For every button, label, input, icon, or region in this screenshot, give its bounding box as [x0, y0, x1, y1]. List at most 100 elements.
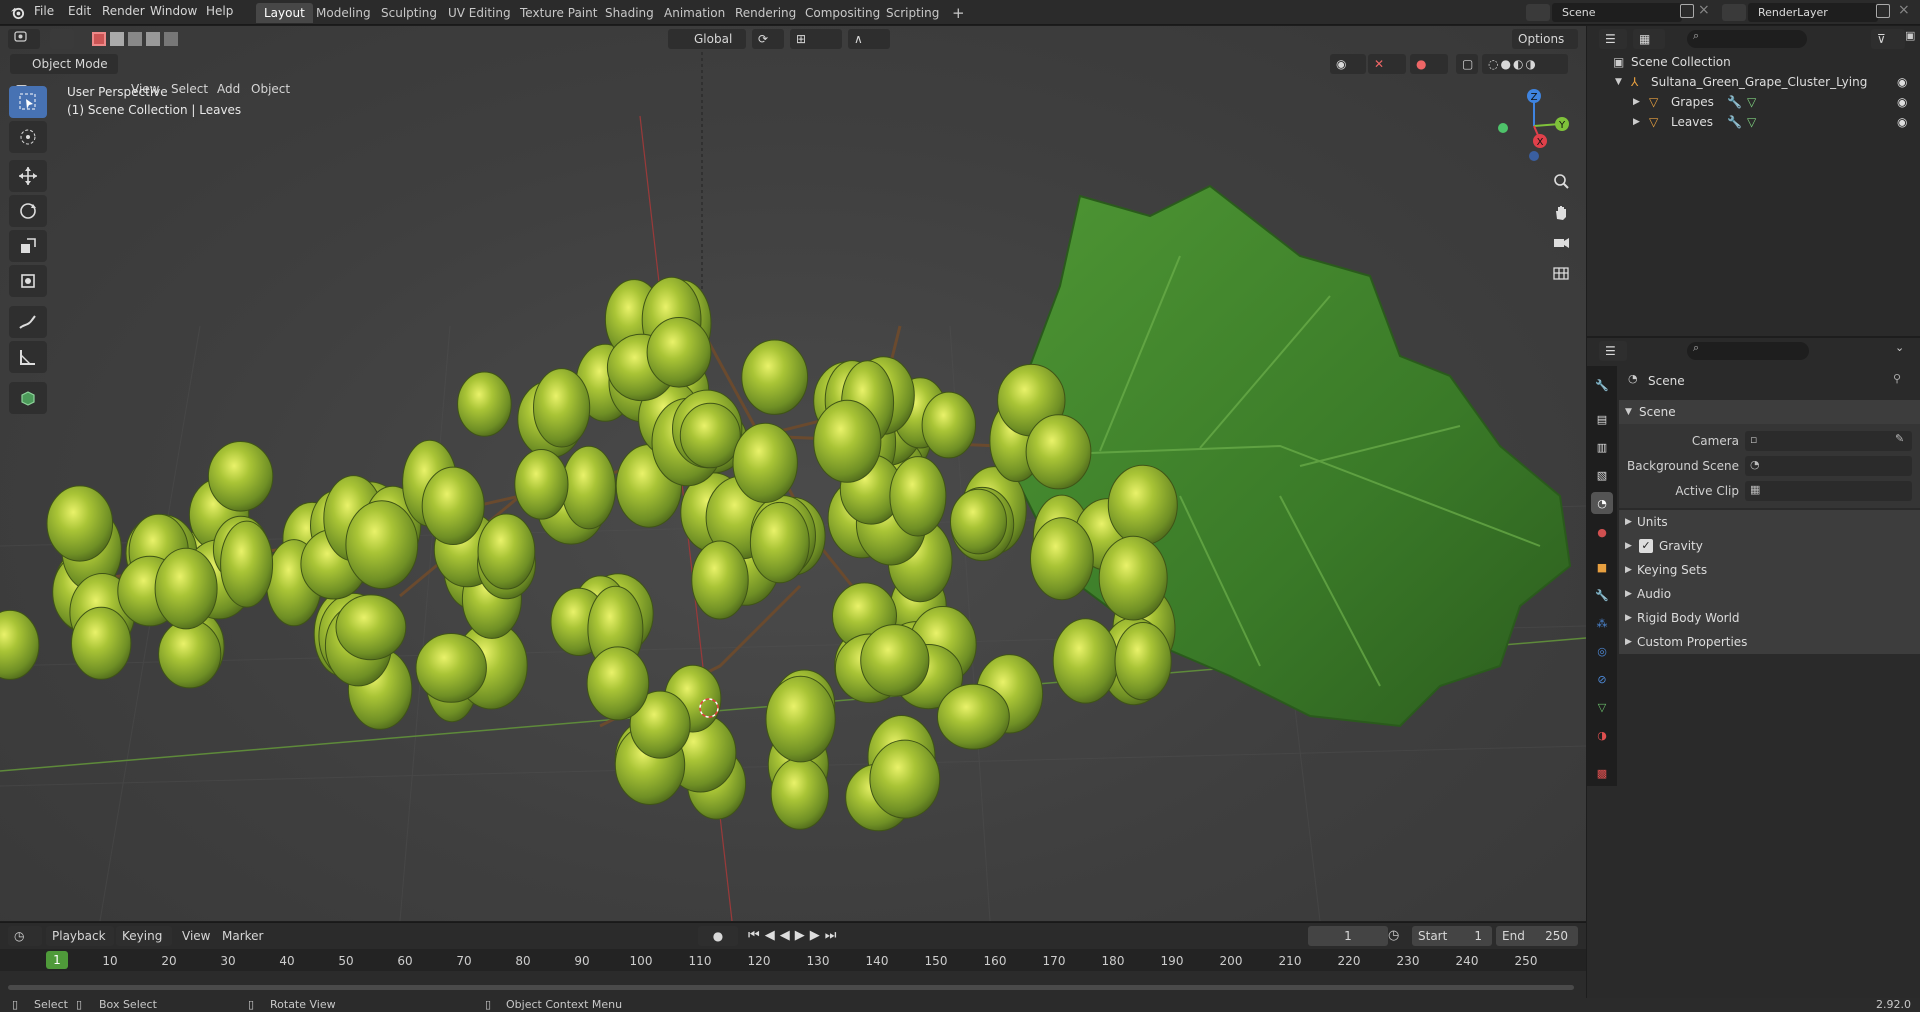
- custom-properties-panel-header[interactable]: ▶ Custom Properties: [1619, 630, 1920, 654]
- audio-panel-header[interactable]: ▶ Audio: [1619, 582, 1920, 606]
- measure-tool[interactable]: [9, 341, 47, 373]
- eyedropper-icon[interactable]: ✎: [1895, 432, 1904, 445]
- end-frame-field[interactable]: End 250: [1496, 926, 1578, 946]
- visibility-toggle-button[interactable]: ◉: [1330, 54, 1366, 74]
- view-layer-tab-icon[interactable]: ▧: [1591, 464, 1613, 486]
- select-new-icon[interactable]: [92, 32, 106, 46]
- outliner-row-collection[interactable]: ▼ ⅄ Sultana_Green_Grape_Cluster_Lying ◉: [1587, 72, 1920, 92]
- render-tab-icon[interactable]: ▤: [1591, 408, 1613, 430]
- timeline-editor-type-button[interactable]: ◷: [8, 926, 42, 946]
- tab-layout[interactable]: Layout: [256, 3, 313, 23]
- menu-window[interactable]: Window: [150, 4, 197, 18]
- options-chevron-icon[interactable]: ⌄: [1895, 341, 1904, 354]
- options-dropdown[interactable]: Options: [1512, 29, 1578, 49]
- 3d-viewport[interactable]: [0, 26, 1586, 921]
- expand-leaves-icon[interactable]: ▶: [1633, 112, 1640, 132]
- physics-tab-icon[interactable]: ◎: [1591, 640, 1613, 662]
- camera-view-icon[interactable]: [1547, 228, 1575, 256]
- modifier-icon[interactable]: 🔧: [1727, 92, 1742, 112]
- visibility-eye-icon[interactable]: ◉: [1897, 92, 1907, 112]
- outliner-row-grapes[interactable]: ▶ ▽ Grapes 🔧 ▽ ◉: [1587, 92, 1920, 112]
- constraints-tab-icon[interactable]: ⊘: [1591, 668, 1613, 690]
- tab-animation[interactable]: Animation: [656, 3, 733, 23]
- properties-search-input[interactable]: [1687, 342, 1809, 360]
- gizmo-toggle-button[interactable]: ✕: [1368, 54, 1406, 74]
- rigid-body-world-panel-header[interactable]: ▶ Rigid Body World: [1619, 606, 1920, 630]
- viewport-menu-add[interactable]: Add: [217, 82, 240, 96]
- select-intersect-icon[interactable]: [164, 32, 178, 46]
- outliner-search-input[interactable]: [1687, 30, 1807, 48]
- tab-scripting[interactable]: Scripting: [878, 3, 947, 23]
- new-view-layer-icon[interactable]: [1876, 4, 1890, 18]
- particles-tab-icon[interactable]: ⁂: [1591, 612, 1613, 634]
- transform-tool[interactable]: [9, 265, 47, 297]
- ortho-grid-icon[interactable]: [1547, 259, 1575, 287]
- mesh-data-icon[interactable]: ▽: [1747, 92, 1756, 112]
- active-clip-field[interactable]: [1745, 481, 1912, 501]
- material-tab-icon[interactable]: ◑: [1591, 724, 1613, 746]
- zoom-icon[interactable]: [1547, 167, 1575, 195]
- gravity-checkbox[interactable]: ✓: [1639, 539, 1653, 553]
- properties-editor-type-button[interactable]: ☰: [1599, 341, 1627, 361]
- pan-hand-icon[interactable]: [1547, 198, 1575, 226]
- new-scene-icon[interactable]: [1680, 4, 1694, 18]
- playhead[interactable]: 1: [46, 951, 68, 969]
- scale-tool[interactable]: [9, 230, 47, 262]
- world-tab-icon[interactable]: ●: [1591, 521, 1613, 543]
- view-layer-type-icon[interactable]: [1722, 4, 1746, 21]
- expand-collection-icon[interactable]: ▼: [1615, 72, 1622, 92]
- keying-dropdown[interactable]: Keying: [116, 926, 172, 946]
- timeline-menu-marker[interactable]: Marker: [222, 929, 263, 943]
- editor-type-button[interactable]: [8, 29, 40, 49]
- modifier-icon[interactable]: 🔧: [1727, 112, 1742, 132]
- viewport-menu-object[interactable]: Object: [251, 82, 290, 96]
- rotate-tool[interactable]: [9, 195, 47, 227]
- delete-scene-icon[interactable]: ×: [1698, 2, 1710, 18]
- start-frame-field[interactable]: Start 1: [1412, 926, 1492, 946]
- mesh-data-icon[interactable]: ▽: [1747, 112, 1756, 132]
- outliner-row-scene-collection[interactable]: ▣ Scene Collection: [1587, 52, 1920, 72]
- annotate-tool[interactable]: [9, 306, 47, 338]
- visibility-eye-icon[interactable]: ◉: [1897, 112, 1907, 132]
- navigation-gizmo[interactable]: Z Y X: [1490, 86, 1574, 166]
- menu-edit[interactable]: Edit: [68, 4, 91, 18]
- scene-panel-header[interactable]: ▼ Scene: [1619, 400, 1920, 424]
- select-box-tool[interactable]: [9, 86, 47, 118]
- tab-uv-editing[interactable]: UV Editing: [440, 3, 519, 23]
- mode-dropdown[interactable]: Object Mode: [10, 54, 118, 74]
- view-layer-selector[interactable]: RenderLayer: [1748, 3, 1878, 22]
- scene-tab-icon[interactable]: ◔: [1591, 492, 1613, 514]
- pivot-point-button[interactable]: ⟳: [752, 29, 784, 49]
- keying-sets-panel-header[interactable]: ▶ Keying Sets: [1619, 558, 1920, 582]
- overlay-toggle-button[interactable]: ●: [1410, 54, 1448, 74]
- preview-range-icon[interactable]: ◷: [1388, 928, 1399, 943]
- tab-shading[interactable]: Shading: [597, 3, 662, 23]
- modifier-tab-icon[interactable]: 🔧: [1591, 584, 1613, 606]
- add-cube-tool[interactable]: [9, 382, 47, 414]
- output-tab-icon[interactable]: ▥: [1591, 436, 1613, 458]
- select-tool-mode-button[interactable]: [50, 29, 74, 49]
- scene-selector[interactable]: Scene: [1552, 3, 1682, 22]
- delete-view-layer-icon[interactable]: ×: [1898, 2, 1910, 18]
- viewport-menu-select[interactable]: Select: [171, 82, 208, 96]
- pin-icon[interactable]: ⚲: [1893, 372, 1901, 385]
- tab-rendering[interactable]: Rendering: [727, 3, 804, 23]
- outliner-editor-type-button[interactable]: ☰: [1599, 29, 1627, 49]
- texture-tab-icon[interactable]: ▩: [1591, 762, 1613, 784]
- tab-compositing[interactable]: Compositing: [797, 3, 888, 23]
- snap-button[interactable]: ⊞: [790, 29, 842, 49]
- transform-orientation-dropdown[interactable]: Global: [668, 29, 746, 49]
- blender-logo-icon[interactable]: [10, 5, 25, 23]
- data-tab-icon[interactable]: ▽: [1591, 696, 1613, 718]
- camera-field[interactable]: [1745, 431, 1912, 451]
- cursor-tool[interactable]: [9, 121, 47, 153]
- menu-file[interactable]: File: [34, 4, 54, 18]
- tool-tab-icon[interactable]: 🔧: [1591, 374, 1613, 396]
- object-tab-icon[interactable]: ■: [1591, 556, 1613, 578]
- tab-modeling[interactable]: Modeling: [308, 3, 379, 23]
- xray-toggle-button[interactable]: ▢: [1456, 54, 1478, 74]
- grapes-object[interactable]: [0, 276, 1178, 832]
- shading-mode-buttons[interactable]: ◌●◐◑: [1482, 54, 1568, 74]
- menu-help[interactable]: Help: [206, 4, 233, 18]
- background-scene-field[interactable]: [1745, 456, 1912, 476]
